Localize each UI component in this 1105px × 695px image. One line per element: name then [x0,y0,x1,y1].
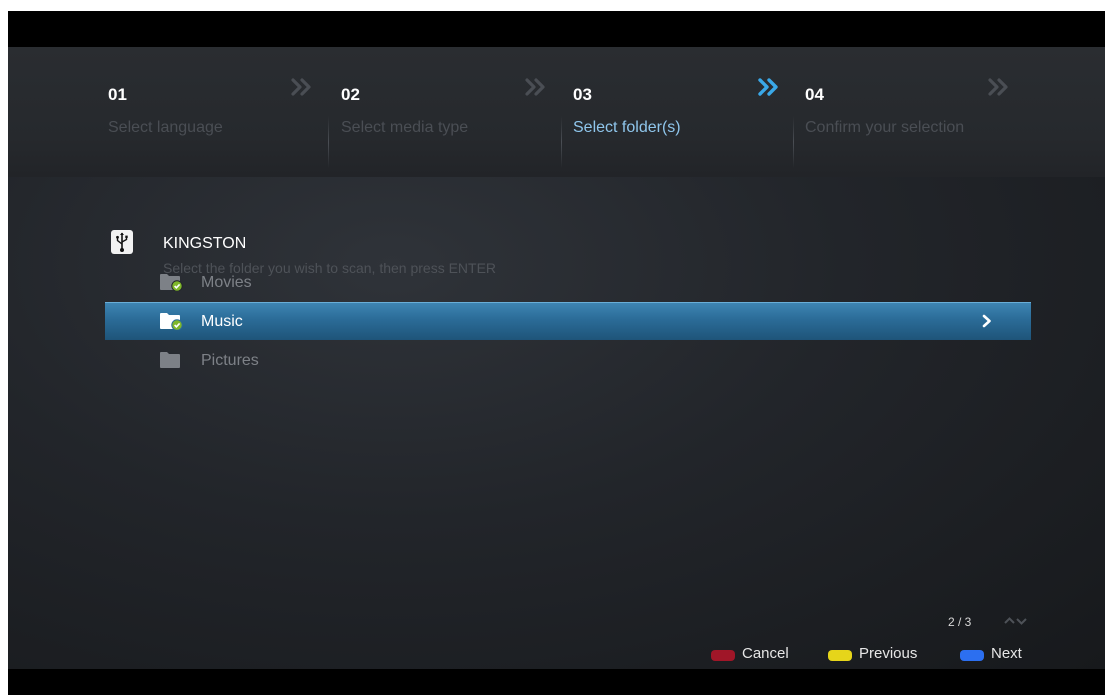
step-1: 01 Select language [108,47,340,177]
folder-item-movies[interactable]: Movies [105,263,1031,301]
double-chevron-icon [988,78,1008,96]
double-chevron-icon [291,78,311,96]
blue-key-icon [960,650,984,661]
folder-checked-icon [160,313,183,330]
device-name: KINGSTON [163,235,247,252]
folder-label: Pictures [201,352,259,369]
usb-icon [111,230,133,254]
chevron-right-icon [982,314,991,328]
yellow-key-icon [828,650,852,661]
step-number: 02 [341,85,360,104]
step-divider [561,116,562,168]
step-label: Select media type [341,119,469,136]
next-label: Next [991,645,1022,662]
step-label: Select language [108,119,223,136]
folder-checked-icon [160,274,183,291]
double-chevron-icon [525,78,545,96]
scroll-arrows-icon [1004,617,1027,625]
step-number: 03 [573,85,592,104]
red-key-icon [711,650,735,661]
setup-wizard: 01 Select language 02 Select media type … [8,47,1105,669]
cancel-label: Cancel [742,645,789,662]
folder-item-music[interactable]: Music [105,302,1031,340]
page-indicator: 2 / 3 [948,615,972,629]
step-3: 03 Select folder(s) [573,47,805,177]
step-divider [328,116,329,168]
folder-label: Movies [201,274,252,291]
double-chevron-icon [758,78,778,96]
folder-icon [160,352,180,368]
step-divider [793,116,794,168]
step-label: Select folder(s) [573,119,681,136]
folder-label: Music [201,313,243,330]
step-4: 04 Confirm your selection [805,47,1037,177]
step-number: 01 [108,85,127,104]
folder-item-pictures[interactable]: Pictures [105,341,1031,379]
step-number: 04 [805,85,824,104]
wizard-steps: 01 Select language 02 Select media type … [8,47,1105,177]
step-label: Confirm your selection [805,119,965,136]
step-2: 02 Select media type [341,47,573,177]
previous-label: Previous [859,645,918,662]
tv-screen: 01 Select language 02 Select media type … [8,11,1105,695]
